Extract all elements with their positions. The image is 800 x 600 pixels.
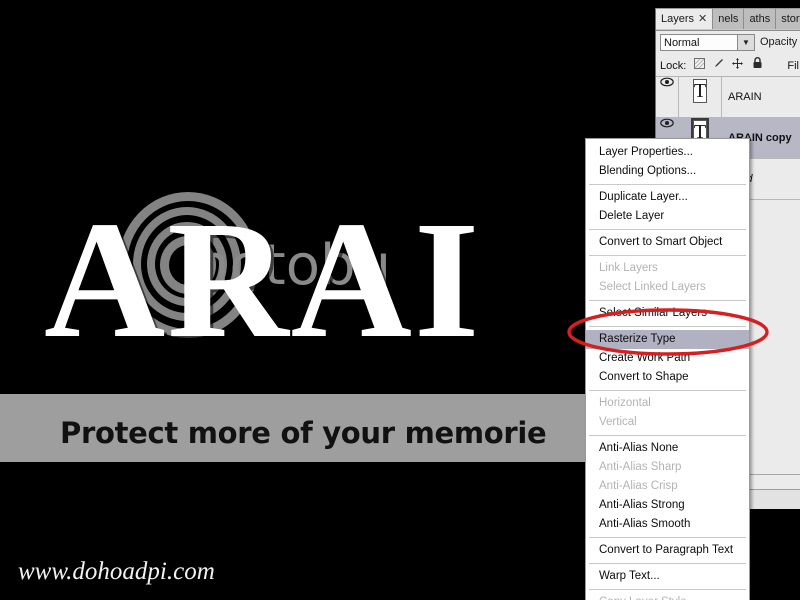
menu-separator — [589, 390, 746, 391]
type-layer-icon: T — [692, 79, 708, 103]
menu-item-horizontal: Horizontal — [599, 397, 651, 409]
site-watermark-text: www.dohoadpi.com — [18, 558, 215, 585]
menu-separator — [589, 435, 746, 436]
menu-separator — [589, 537, 746, 538]
menu-item-anti-alias-none[interactable]: Anti-Alias None — [586, 439, 749, 458]
panel-tab-bar[interactable]: Layers✕ nelsathsstoryio — [656, 9, 800, 31]
menu-item-select-linked-layers: Select Linked Layers — [599, 281, 706, 293]
tab-layers-label: Layers — [661, 13, 695, 25]
menu-item-create-work-path[interactable]: Create Work Path — [586, 349, 749, 368]
menu-item-convert-to-paragraph-text[interactable]: Convert to Paragraph Text — [586, 541, 749, 560]
move-lock-icon[interactable] — [732, 56, 744, 76]
lock-label: Lock: — [660, 60, 687, 72]
fill-label: Fil — [787, 60, 799, 72]
menu-item-link-layers: Link Layers — [599, 262, 658, 274]
eye-icon[interactable] — [660, 77, 674, 90]
menu-separator — [589, 184, 746, 185]
transparency-lock-icon[interactable] — [694, 56, 706, 76]
blend-mode-row[interactable]: Normal ▼ Opacity — [656, 31, 800, 56]
table-row[interactable]: T ARAIN — [656, 77, 800, 118]
menu-item-vertical: Vertical — [599, 416, 637, 428]
layer-context-menu[interactable]: Layer Properties... Blending Options... … — [585, 138, 750, 600]
layer-thumbnail[interactable]: T — [679, 77, 722, 117]
menu-item-delete-layer[interactable]: Delete Layer — [586, 207, 749, 226]
eye-icon[interactable] — [660, 118, 674, 131]
menu-item-copy-layer-style: Copy Layer Style — [586, 593, 749, 600]
menu-separator — [589, 229, 746, 230]
menu-item-rasterize-type[interactable]: Rasterize Type — [586, 330, 749, 349]
menu-item-duplicate-layer[interactable]: Duplicate Layer... — [586, 188, 749, 207]
menu-separator — [589, 255, 746, 256]
layer-visibility-toggle[interactable] — [656, 77, 679, 117]
menu-item-anti-alias-crisp: Anti-Alias Crisp — [599, 480, 678, 492]
tagline-text: Protect more of your memorie — [60, 416, 547, 450]
tab-history[interactable]: story — [776, 9, 800, 29]
menu-separator — [589, 563, 746, 564]
close-icon[interactable]: ✕ — [698, 13, 707, 25]
layer-name[interactable]: ARAIN — [722, 77, 762, 117]
menu-item-anti-alias-sharp: Anti-Alias Sharp — [599, 461, 682, 473]
blend-mode-select[interactable]: Normal ▼ — [660, 34, 755, 51]
photoshop-screenshot: hotobu ARAI Protect more of your memorie… — [0, 0, 800, 600]
menu-separator — [589, 589, 746, 590]
menu-item-warp-text[interactable]: Warp Text... — [586, 567, 749, 586]
brand-headline-text: ARAI — [44, 187, 482, 373]
menu-separator — [589, 300, 746, 301]
menu-item-convert-to-shape[interactable]: Convert to Shape — [586, 368, 749, 387]
menu-item-layer-properties[interactable]: Layer Properties... — [586, 143, 749, 162]
menu-separator — [589, 326, 746, 327]
menu-item-select-similar-layers[interactable]: Select Similar Layers — [586, 304, 749, 323]
tab-layers[interactable]: Layers ✕ — [656, 9, 714, 29]
opacity-label: Opacity — [760, 36, 798, 48]
menu-item-anti-alias-strong[interactable]: Anti-Alias Strong — [586, 496, 749, 515]
lock-row[interactable]: Fil Lock: — [656, 56, 800, 77]
tab-paths[interactable]: aths — [744, 9, 777, 29]
all-lock-icon[interactable] — [752, 56, 763, 76]
blend-mode-value: Normal — [664, 37, 700, 49]
chevron-down-icon[interactable]: ▼ — [737, 35, 754, 50]
menu-item-convert-to-smart-object[interactable]: Convert to Smart Object — [586, 233, 749, 252]
tab-channels[interactable]: nels — [713, 9, 745, 29]
menu-item-blending-options[interactable]: Blending Options... — [586, 162, 749, 181]
menu-item-anti-alias-smooth[interactable]: Anti-Alias Smooth — [586, 515, 749, 534]
brush-lock-icon[interactable] — [713, 56, 724, 76]
